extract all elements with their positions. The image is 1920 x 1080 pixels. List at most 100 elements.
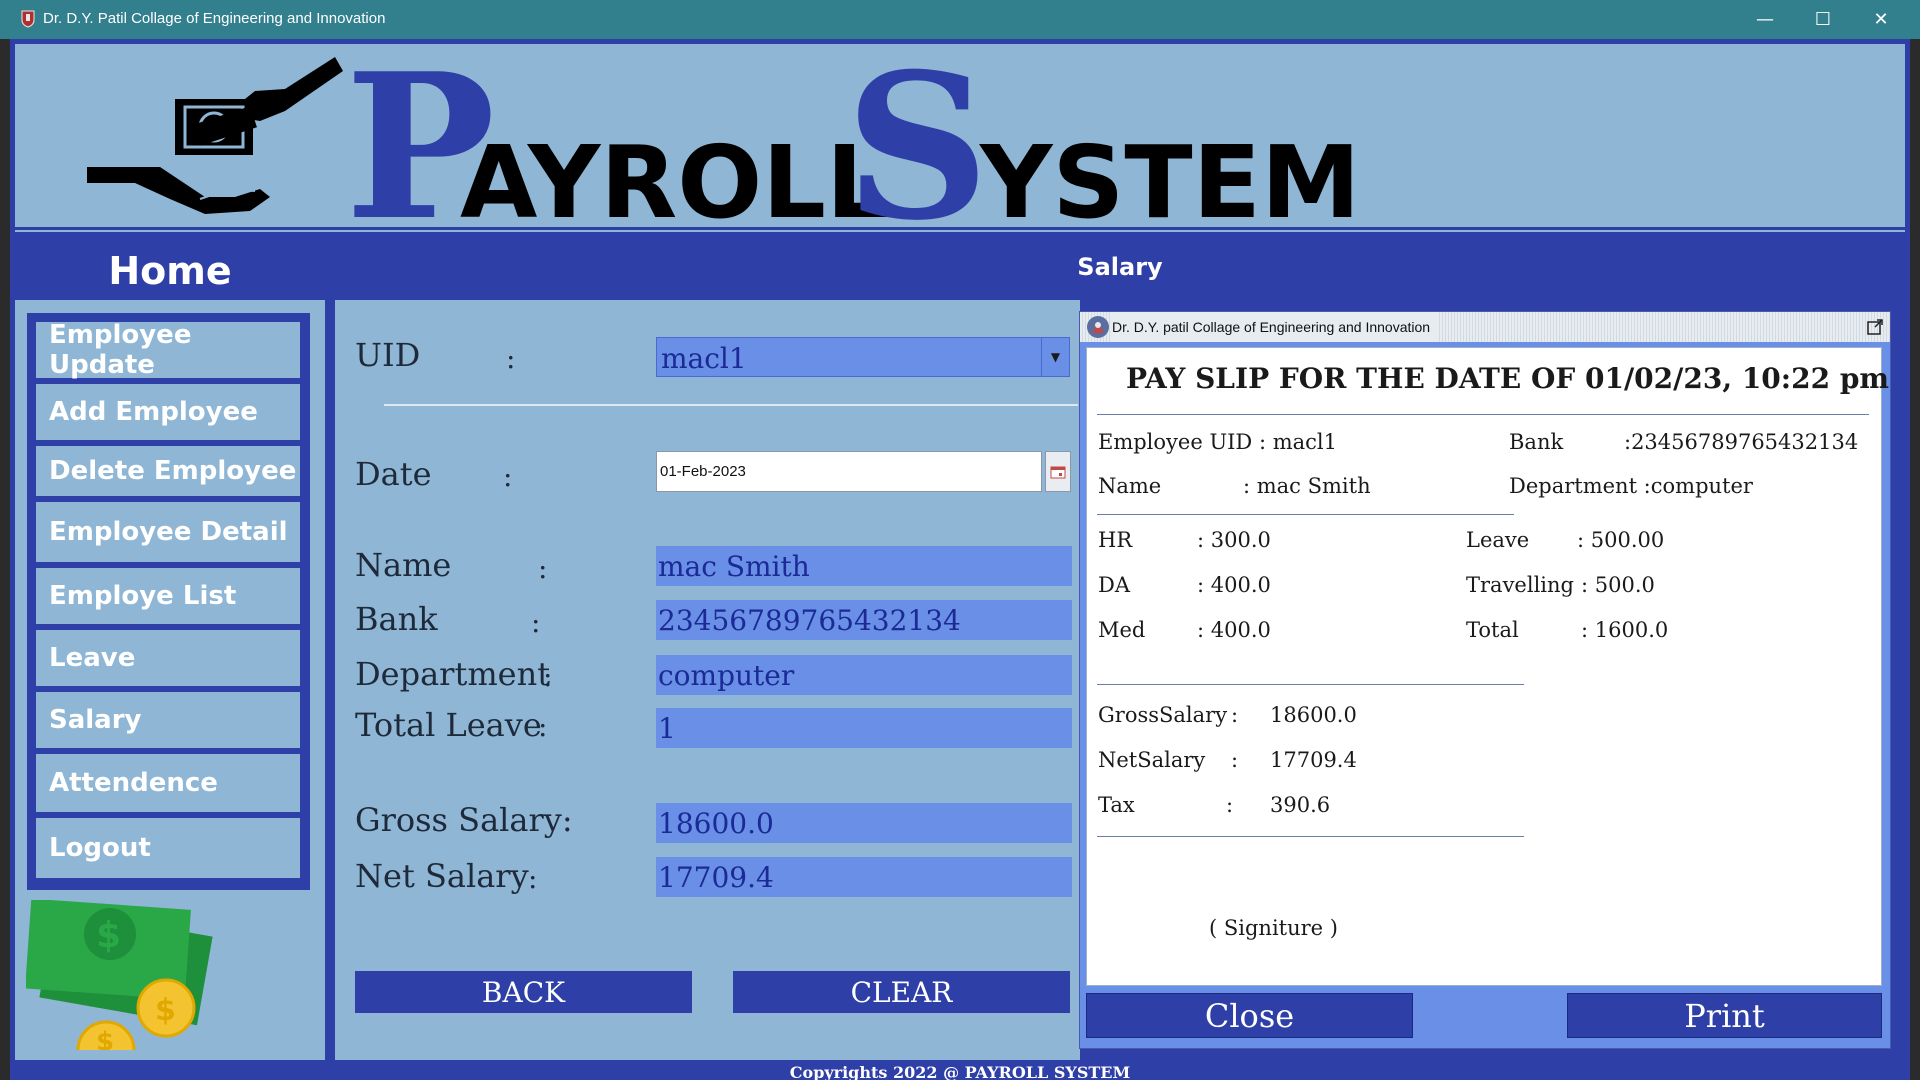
payslip-med-label: Med	[1098, 618, 1146, 642]
gross-salary-field[interactable]: 18600.0	[656, 803, 1072, 843]
date-field[interactable]: 01-Feb-2023	[656, 451, 1042, 492]
sidebar-item-label: Logout	[49, 833, 151, 863]
payslip-bank-value: :23456789765432134	[1624, 430, 1859, 454]
payslip-total-label: Total	[1466, 618, 1519, 642]
divider	[1097, 514, 1514, 515]
payslip-gross-label: GrossSalary	[1098, 703, 1228, 727]
payslip-uid: Employee UID : macl1	[1098, 430, 1337, 454]
maximize-button[interactable]: ☐	[1794, 0, 1852, 39]
banner-rule	[15, 227, 1905, 230]
uid-colon: :	[506, 342, 516, 375]
total-leave-label: Total Leave	[355, 706, 542, 744]
date-label: Date	[355, 455, 432, 493]
payslip-bank-label: Bank	[1509, 430, 1564, 454]
total-leave-field[interactable]: 1	[656, 708, 1072, 748]
header-banner: $ P AYROLL S YSTEM	[15, 44, 1905, 232]
calendar-icon[interactable]	[1045, 451, 1071, 492]
window-title: Dr. D.Y. Patil Collage of Engineering an…	[43, 10, 386, 27]
sidebar-item-employe-list[interactable]: Employe List	[36, 568, 300, 624]
sidebar-item-employee-detail[interactable]: Employee Detail	[36, 502, 300, 562]
sidebar-item-label: Salary	[49, 705, 142, 735]
gross-salary-label: Gross Salary:	[355, 801, 573, 839]
svg-text:$: $	[96, 915, 121, 956]
home-heading: Home	[15, 242, 325, 300]
payslip-name-label: Name	[1098, 474, 1162, 498]
divider	[1097, 836, 1524, 837]
payslip-total-value: : 1600.0	[1581, 618, 1669, 642]
name-field[interactable]: mac Smith	[656, 546, 1072, 586]
payslip-net-label: NetSalary	[1098, 748, 1206, 772]
payslip-travelling-value: : 500.0	[1581, 573, 1655, 597]
sidebar-item-leave[interactable]: Leave	[36, 630, 300, 686]
name-colon: :	[538, 552, 548, 585]
department-field[interactable]: computer	[656, 655, 1072, 695]
minimize-button[interactable]: —	[1736, 0, 1794, 39]
print-button[interactable]: Print	[1567, 993, 1882, 1038]
payslip-panel: PAY SLIP FOR THE DATE OF 01/02/23, 10:22…	[1086, 347, 1889, 986]
payslip-tax-colon: :	[1226, 793, 1234, 817]
sidebar-item-logout[interactable]: Logout	[36, 818, 300, 878]
close-window-button[interactable]: ✕	[1852, 0, 1910, 39]
payslip-gross-value: 18600.0	[1270, 703, 1357, 727]
payslip-name-value: : mac Smith	[1243, 474, 1371, 498]
department-label: Department	[355, 655, 551, 693]
sidebar-item-label: Add Employee	[49, 397, 258, 427]
divider	[1097, 414, 1869, 415]
payslip-hr-label: HR	[1098, 528, 1133, 552]
payslip-leave-label: Leave	[1466, 528, 1530, 552]
popout-icon[interactable]	[1866, 318, 1884, 336]
net-salary-field[interactable]: 17709.4	[656, 857, 1072, 897]
window-titlebar: Dr. D.Y. Patil Collage of Engineering an…	[0, 0, 1920, 39]
bank-colon: :	[531, 606, 541, 639]
svg-text:$: $	[155, 993, 176, 1028]
payslip-da-label: DA	[1098, 573, 1131, 597]
logo-word-ayroll: AYROLL	[460, 124, 890, 229]
payslip-tax-label: Tax	[1098, 793, 1135, 817]
department-colon: :	[543, 660, 553, 693]
college-logo-icon	[1087, 316, 1109, 338]
sidebar-item-label: Employe List	[49, 581, 237, 611]
dialog-titlebar: Dr. D.Y. patil Collage of Engineering an…	[1080, 312, 1890, 342]
payslip-travelling-label: Travelling	[1466, 573, 1574, 597]
sidebar-divider	[325, 242, 335, 1062]
sidebar-item-salary[interactable]: Salary	[36, 692, 300, 748]
sidebar-item-label: Employee Update	[49, 320, 192, 380]
divider	[1097, 684, 1524, 685]
footer-copyright: Copyrights 2022 @ PAYROLL SYSTEM	[789, 1063, 1131, 1080]
sidebar-item-label: Attendence	[49, 768, 218, 798]
payslip-heading: PAY SLIP FOR THE DATE OF 01/02/23, 10:22…	[1126, 362, 1890, 395]
payroll-system-logo-text: P AYROLL S YSTEM	[345, 49, 1360, 229]
date-colon: :	[503, 460, 513, 493]
money-coins-icon: $ $ $	[26, 900, 213, 1050]
net-salary-label: Net Salary	[355, 857, 529, 895]
signature-label: ( Signiture )	[1209, 916, 1338, 940]
sidebar-item-label: Employee Detail	[49, 517, 288, 547]
payslip-leave-value: : 500.00	[1577, 528, 1665, 552]
sidebar-item-label: Leave	[49, 643, 136, 673]
payslip-gross-colon: :	[1231, 703, 1239, 727]
payslip-tax-value: 390.6	[1270, 793, 1331, 817]
sidebar-item-attendence[interactable]: Attendence	[36, 754, 300, 812]
payslip-hr-value: : 300.0	[1197, 528, 1271, 552]
net-salary-colon: :	[528, 862, 538, 895]
name-label: Name	[355, 546, 452, 584]
payslip-department: Department :computer	[1509, 474, 1753, 498]
close-button[interactable]: Close	[1086, 993, 1413, 1038]
divider	[384, 404, 1078, 406]
payslip-net-colon: :	[1231, 748, 1239, 772]
left-border	[0, 39, 10, 1080]
clear-button[interactable]: CLEAR	[733, 971, 1070, 1013]
payslip-med-value: : 400.0	[1197, 618, 1271, 642]
sidebar-item-delete-employee[interactable]: Delete Employee	[36, 446, 300, 496]
uid-label: UID	[355, 336, 421, 374]
uid-select[interactable]: macl1 ▼	[656, 337, 1070, 377]
total-leave-colon: :	[538, 710, 548, 743]
sidebar-item-add-employee[interactable]: Add Employee	[36, 384, 300, 440]
logo-letter-s: S	[845, 49, 989, 229]
bank-field[interactable]: 23456789765432134	[656, 600, 1072, 640]
sidebar-menu: Employee Update Add Employee Delete Empl…	[27, 313, 310, 890]
back-button[interactable]: BACK	[355, 971, 692, 1013]
chevron-down-icon[interactable]: ▼	[1041, 338, 1069, 376]
sidebar-item-employee-update[interactable]: Employee Update	[36, 320, 300, 380]
right-border	[1910, 39, 1920, 1080]
